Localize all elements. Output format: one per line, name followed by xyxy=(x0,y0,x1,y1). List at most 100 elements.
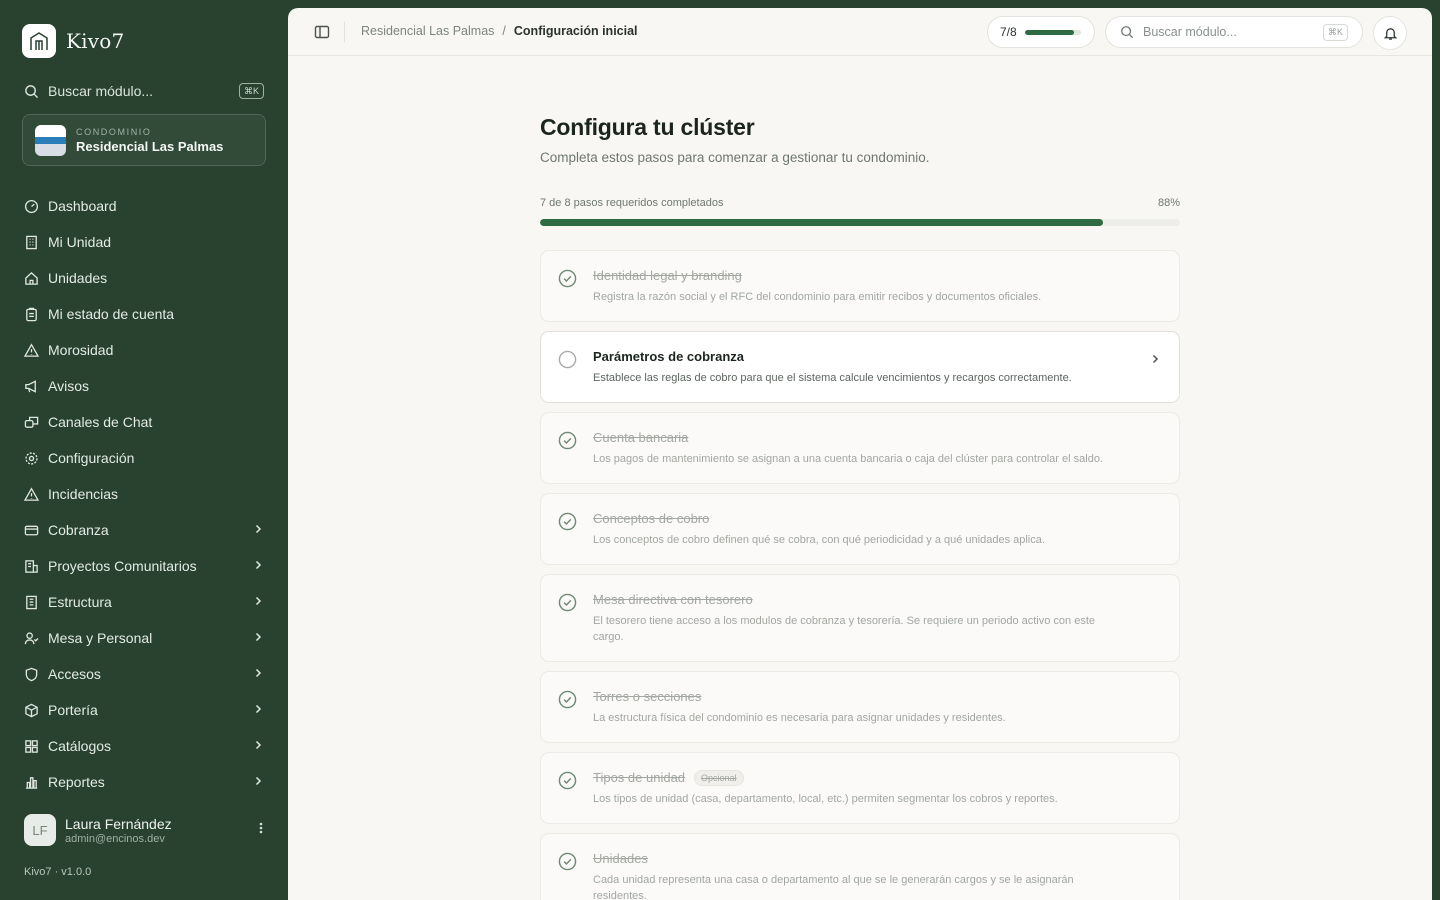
step-card[interactable]: Mesa directiva con tesorero El tesorero … xyxy=(540,574,1180,662)
building-logo-icon xyxy=(22,24,56,58)
sidebar-toggle-icon[interactable] xyxy=(314,24,330,40)
optional-badge: Opcional xyxy=(694,770,744,786)
notifications-button[interactable] xyxy=(1373,16,1407,50)
step-description: Establece las reglas de cobro para que e… xyxy=(593,372,1072,384)
breadcrumb-current: Configuración inicial xyxy=(513,24,638,38)
check-circle-icon xyxy=(558,269,577,288)
page-title: Configura tu clúster xyxy=(540,114,755,140)
sidebar-item-dashboard[interactable]: Dashboard xyxy=(0,188,288,224)
sidebar-item-label: Dashboard xyxy=(48,198,117,214)
step-title: Parámetros de cobranza xyxy=(593,349,745,364)
chevron-right-icon xyxy=(252,522,264,538)
user-menu[interactable]: LF Laura Fernández admin@encinos.dev xyxy=(24,814,268,846)
step-title: Cuenta bancaria xyxy=(593,430,689,445)
search-icon xyxy=(1121,26,1134,39)
step-description: Registra la razón social y el RFC del co… xyxy=(593,291,1042,303)
step-title: Torres o secciones xyxy=(593,689,702,704)
chat-icon xyxy=(24,415,39,430)
sidebar-item-estado-de-cuenta[interactable]: Mi estado de cuenta xyxy=(0,296,288,332)
search-icon xyxy=(25,84,39,98)
step-card[interactable]: Torres o secciones La estructura física … xyxy=(540,671,1180,743)
sidebar-item-label: Mesa y Personal xyxy=(48,630,153,646)
page-subtitle: Completa estos pasos para comenzar a ges… xyxy=(540,150,930,165)
sidebar-item-label: Mi estado de cuenta xyxy=(48,306,175,322)
sidebar-item-cobranza[interactable]: Cobranza xyxy=(0,512,288,548)
sidebar-item-porteria[interactable]: Portería xyxy=(0,692,288,728)
more-vertical-icon[interactable] xyxy=(254,821,268,840)
gear-icon xyxy=(24,451,39,466)
sidebar-nav: Dashboard Mi Unidad Unidades Mi estado d… xyxy=(0,188,288,800)
condo-switcher[interactable]: CONDOMINIO Residencial Las Palmas xyxy=(22,114,266,166)
sidebar-item-label: Cobranza xyxy=(48,522,109,538)
step-description: La estructura física del condominio es n… xyxy=(593,712,1006,724)
sidebar-item-avisos[interactable]: Avisos xyxy=(0,368,288,404)
brand[interactable]: Kivo7 xyxy=(22,24,124,58)
search-placeholder: Buscar módulo... xyxy=(1143,25,1237,39)
main-panel: Residencial Las Palmas / Configuración i… xyxy=(288,8,1432,900)
gauge-icon xyxy=(24,199,39,214)
sidebar-item-label: Configuración xyxy=(48,450,135,466)
avatar: LF xyxy=(24,814,56,846)
sidebar-item-catalogos[interactable]: Catálogos xyxy=(0,728,288,764)
shield-icon xyxy=(24,667,39,682)
megaphone-icon xyxy=(24,379,39,394)
sidebar-item-mesa-personal[interactable]: Mesa y Personal xyxy=(0,620,288,656)
sidebar-item-incidencias[interactable]: Incidencias xyxy=(0,476,288,512)
breadcrumb-separator: / xyxy=(502,24,506,38)
step-description: El tesorero tiene acceso a los modulos d… xyxy=(593,615,1096,643)
sidebar-item-label: Catálogos xyxy=(48,738,112,754)
sidebar-item-label: Avisos xyxy=(48,378,89,394)
building-icon xyxy=(24,235,39,250)
sidebar-item-label: Proyectos Comunitarios xyxy=(48,558,197,574)
topbar: Residencial Las Palmas / Configuración i… xyxy=(288,8,1432,56)
sidebar-item-reportes[interactable]: Reportes xyxy=(0,764,288,800)
condo-kicker: CONDOMINIO xyxy=(76,126,152,137)
step-card[interactable]: Identidad legal y branding Registra la r… xyxy=(540,250,1180,322)
sidebar-item-label: Reportes xyxy=(48,774,105,790)
step-card[interactable]: Conceptos de cobro Los conceptos de cobr… xyxy=(540,493,1180,565)
sidebar: Kivo7 Buscar módulo... ⌘K CONDOMINIO Res… xyxy=(0,0,288,900)
step-card-active[interactable]: Parámetros de cobranza Establece las reg… xyxy=(540,331,1180,403)
chevron-right-icon xyxy=(252,702,264,718)
breadcrumb-parent[interactable]: Residencial Las Palmas xyxy=(361,24,494,38)
people-icon xyxy=(24,631,39,646)
breadcrumb: Residencial Las Palmas / Configuración i… xyxy=(361,24,638,38)
step-description: Los tipos de unidad (casa, departamento,… xyxy=(593,793,1058,805)
sidebar-item-accesos[interactable]: Accesos xyxy=(0,656,288,692)
progress-summary: 7 de 8 pasos requeridos completados 88% xyxy=(540,197,1180,209)
brand-name: Kivo7 xyxy=(66,29,125,53)
sidebar-item-label: Accesos xyxy=(48,666,101,682)
projects-icon xyxy=(24,559,39,574)
sidebar-item-proyectos[interactable]: Proyectos Comunitarios xyxy=(0,548,288,584)
user-email: admin@encinos.dev xyxy=(65,832,165,845)
setup-progress-pill[interactable]: 7/8 xyxy=(987,16,1095,48)
mini-progress-bar xyxy=(1024,29,1081,35)
progress-percent: 88% xyxy=(1157,197,1180,209)
sidebar-item-unidades[interactable]: Unidades xyxy=(0,260,288,296)
app-version: Kivo7 · v1.0.0 xyxy=(24,866,92,878)
sidebar-item-morosidad[interactable]: Morosidad xyxy=(0,332,288,368)
clipboard-icon xyxy=(24,307,39,322)
step-card[interactable]: Tipos de unidad Opcional Los tipos de un… xyxy=(540,752,1180,824)
sidebar-item-mi-unidad[interactable]: Mi Unidad xyxy=(0,224,288,260)
sidebar-item-canales-chat[interactable]: Canales de Chat xyxy=(0,404,288,440)
sidebar-search[interactable]: Buscar módulo... ⌘K xyxy=(24,80,264,102)
user-name: Laura Fernández xyxy=(65,815,172,832)
step-description: Los conceptos de cobro definen qué se co… xyxy=(593,534,1045,546)
sidebar-item-estructura[interactable]: Estructura xyxy=(0,584,288,620)
sidebar-item-label: Canales de Chat xyxy=(48,414,153,430)
sidebar-item-label: Unidades xyxy=(48,270,108,286)
step-title: Tipos de unidad xyxy=(593,770,686,785)
check-circle-icon xyxy=(558,593,577,612)
sidebar-item-configuracion[interactable]: Configuración xyxy=(0,440,288,476)
step-card[interactable]: Cuenta bancaria Los pagos de mantenimien… xyxy=(540,412,1180,484)
step-description: Cada unidad representa una casa o depart… xyxy=(593,874,1074,900)
bar-chart-icon xyxy=(24,775,39,790)
condo-name: Residencial Las Palmas xyxy=(76,138,224,154)
progress-fill xyxy=(540,219,1104,226)
progress-count: 7/8 xyxy=(1000,25,1017,39)
step-card[interactable]: Unidades Cada unidad representa una casa… xyxy=(540,833,1180,900)
search-input[interactable]: Buscar módulo... ⌘K xyxy=(1105,16,1363,48)
step-title: Unidades xyxy=(593,851,648,866)
sidebar-item-label: Estructura xyxy=(48,594,112,610)
